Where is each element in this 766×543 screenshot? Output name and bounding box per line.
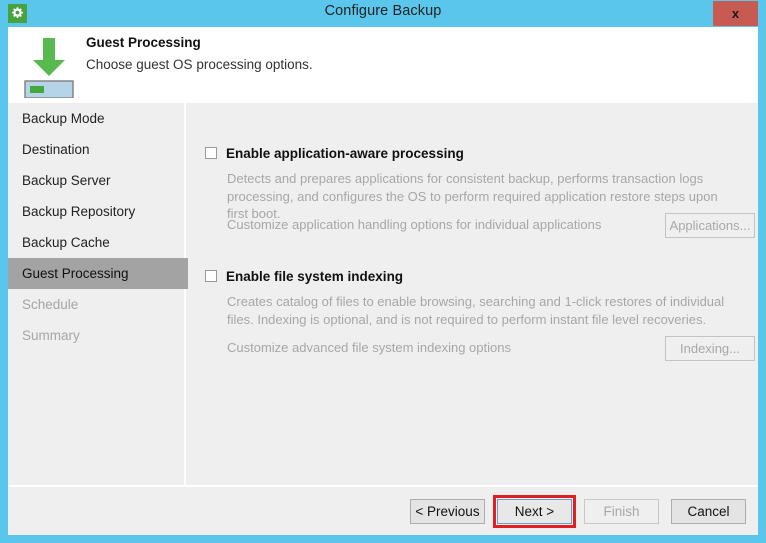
next-button[interactable]: Next > [497,499,572,524]
sidebar-item-label: Summary [22,328,80,343]
enable-application-aware-processing-label: Enable application-aware processing [226,145,464,161]
application-aware-processing-group: Enable application-aware processing Dete… [188,143,758,238]
dialog-client-area: Guest Processing Choose guest OS process… [8,27,758,535]
sidebar-item-label: Guest Processing [22,266,129,281]
application-customize-row: Customize application handling options f… [227,213,755,238]
sidebar-item-label: Destination [22,142,90,157]
sidebar-item-schedule: Schedule [8,289,184,320]
indexing-customize-label: Customize advanced file system indexing … [227,340,511,355]
sidebar-item-backup-server[interactable]: Backup Server [8,165,184,196]
sidebar-item-label: Schedule [22,297,79,312]
titlebar: Configure Backup x [0,0,766,27]
sidebar-item-backup-repository[interactable]: Backup Repository [8,196,184,227]
sidebar-item-backup-cache[interactable]: Backup Cache [8,227,184,258]
enable-file-system-indexing-row[interactable]: Enable file system indexing [188,266,758,286]
previous-button[interactable]: < Previous [410,499,485,524]
sidebar-item-guest-processing[interactable]: Guest Processing [8,258,200,289]
finish-button: Finish [584,499,659,524]
page-title: Guest Processing [86,35,201,50]
sidebar-item-label: Backup Mode [22,111,105,126]
enable-application-aware-processing-row[interactable]: Enable application-aware processing [188,143,758,163]
wizard-button-bar: < Previous Next > Finish Cancel [8,487,758,535]
indexing-customize-row: Customize advanced file system indexing … [227,336,755,361]
checkbox-unchecked-icon[interactable] [205,147,217,159]
sidebar-item-destination[interactable]: Destination [8,134,184,165]
close-icon[interactable]: x [713,1,758,26]
wizard-step-list: Backup Mode Destination Backup Server Ba… [8,103,200,485]
file-system-indexing-description: Creates catalog of files to enable brows… [227,294,725,327]
file-system-indexing-group: Enable file system indexing Creates cata… [188,266,758,361]
sidebar-item-summary: Summary [8,320,184,351]
page-subtitle: Choose guest OS processing options. [86,57,313,72]
sidebar-item-label: Backup Cache [22,235,110,250]
indexing-button[interactable]: Indexing... [665,336,755,361]
configure-backup-window: Configure Backup x Guest Processing Choo… [0,0,766,543]
cancel-button[interactable]: Cancel [671,499,746,524]
checkbox-unchecked-icon[interactable] [205,270,217,282]
guest-processing-icon [18,32,80,99]
enable-file-system-indexing-label: Enable file system indexing [226,268,404,284]
sidebar-item-label: Backup Server [22,173,111,188]
guest-processing-options-pane: Enable application-aware processing Dete… [188,103,758,485]
applications-button[interactable]: Applications... [665,213,755,238]
wizard-header: Guest Processing Choose guest OS process… [8,27,758,103]
application-customize-label: Customize application handling options f… [227,217,602,232]
sidebar-item-label: Backup Repository [22,204,136,219]
sidebar-item-backup-mode[interactable]: Backup Mode [8,103,184,134]
window-title: Configure Backup [324,3,442,19]
